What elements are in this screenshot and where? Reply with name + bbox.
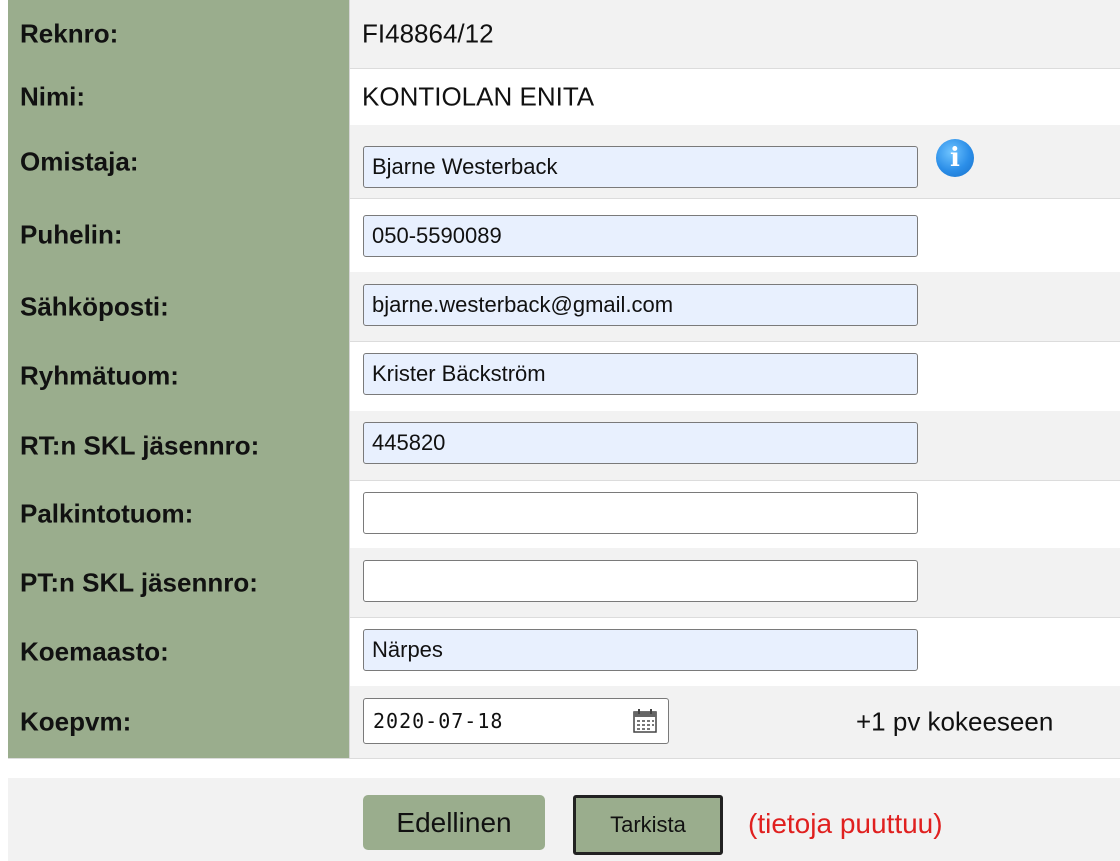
field-label: Palkintotuom: xyxy=(8,480,350,548)
info-icon[interactable]: i xyxy=(936,139,974,177)
field-label: Omistaja: xyxy=(8,125,350,198)
label-palkintotuom: Palkintotuom: xyxy=(20,498,194,529)
label-nimi: Nimi: xyxy=(20,81,85,111)
field-label: Koemaasto: xyxy=(8,617,350,686)
label-koepvm: Koepvm: xyxy=(20,706,132,737)
ryhmatuom-input[interactable] xyxy=(363,353,918,395)
form-row-reknro: Reknro: FI48864/12 xyxy=(8,0,1120,69)
label-omistaja: Omistaja: xyxy=(20,146,139,176)
form-row-rt-skl: RT:n SKL jäsennro: xyxy=(8,411,1120,481)
field-label: Ryhmätuom: xyxy=(8,341,350,411)
label-puhelin: Puhelin: xyxy=(20,219,123,250)
label-sahkoposti: Sähköposti: xyxy=(20,291,169,321)
date-value: 2020-07-18 xyxy=(373,709,504,733)
field-label: Nimi: xyxy=(8,68,350,125)
rt-skl-input[interactable] xyxy=(363,422,918,464)
field-label: PT:n SKL jäsennro: xyxy=(8,548,350,617)
pt-skl-input[interactable] xyxy=(363,560,918,602)
label-reknro: Reknro: xyxy=(20,18,119,49)
label-rt-skl: RT:n SKL jäsennro: xyxy=(20,430,260,460)
puhelin-input[interactable] xyxy=(363,215,918,257)
field-label: Koepvm: xyxy=(8,686,350,758)
koepvm-date-input[interactable]: 2020-07-18 xyxy=(363,698,669,744)
form-row-puhelin: Puhelin: xyxy=(8,198,1120,273)
field-label: Reknro: xyxy=(8,0,350,68)
koemaasto-input[interactable] xyxy=(363,629,918,671)
calendar-icon[interactable] xyxy=(632,708,658,734)
field-label: Puhelin: xyxy=(8,198,350,272)
previous-button[interactable]: Edellinen xyxy=(363,795,545,850)
field-label: Sähköposti: xyxy=(8,272,350,341)
reknro-value: FI48864/12 xyxy=(362,18,494,49)
field-label: RT:n SKL jäsennro: xyxy=(8,411,350,480)
form-footer: Edellinen Tarkista (tietoja puuttuu) xyxy=(8,778,1120,861)
form-row-nimi: Nimi: KONTIOLAN ENITA xyxy=(8,68,1120,126)
form-row-ryhmatuom: Ryhmätuom: xyxy=(8,341,1120,412)
missing-info-status: (tietoja puuttuu) xyxy=(748,808,943,839)
form-row-palkintotuom: Palkintotuom: xyxy=(8,480,1120,549)
omistaja-input[interactable] xyxy=(363,146,918,188)
label-ryhmatuom: Ryhmätuom: xyxy=(20,360,179,391)
palkintotuom-input[interactable] xyxy=(363,492,918,534)
label-koemaasto: Koemaasto: xyxy=(20,636,169,666)
label-pt-skl: PT:n SKL jäsennro: xyxy=(20,567,258,597)
days-to-trial-text: +1 pv kokeeseen xyxy=(856,706,1054,737)
nimi-value: KONTIOLAN ENITA xyxy=(362,81,595,111)
form-row-pt-skl: PT:n SKL jäsennro: xyxy=(8,548,1120,618)
sahkoposti-input[interactable] xyxy=(363,284,918,326)
form-row-sahkoposti: Sähköposti: xyxy=(8,272,1120,342)
form-row-omistaja: Omistaja: i xyxy=(8,125,1120,199)
check-button[interactable]: Tarkista xyxy=(573,795,723,855)
form-row-koepvm: Koepvm: 2020-07-18 +1 pv kokeeseen xyxy=(8,686,1120,759)
form-row-koemaasto: Koemaasto: xyxy=(8,617,1120,687)
